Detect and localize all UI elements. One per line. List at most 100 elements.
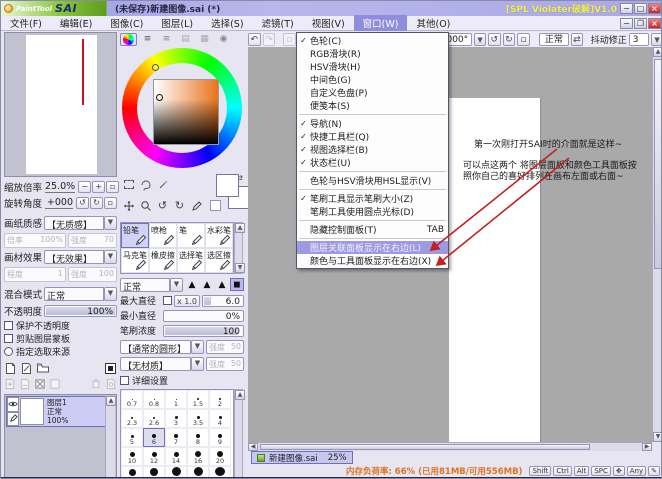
undo-button[interactable]: ↶ — [248, 33, 261, 46]
layer-visibility-icon[interactable] — [7, 397, 19, 412]
menubar-item[interactable]: 其他(O) — [407, 15, 459, 31]
rotate-cw-button[interactable]: ↻ — [90, 196, 103, 209]
edge-shape-soft[interactable]: ▲ — [185, 278, 199, 291]
menu-item[interactable]: ✓ 状态栏(U) — [297, 156, 448, 169]
brush-size-cell[interactable]: 3.5 — [187, 409, 209, 428]
layer-list-vscrollbar[interactable]: ▲ ▼ — [105, 396, 116, 478]
menubar-item[interactable]: 文件(F) — [1, 15, 51, 31]
brush-texture-select[interactable]: 【无材质】 ▼ — [120, 357, 204, 371]
redo-button[interactable]: ↷ — [262, 33, 276, 46]
stabilizer-dropdown-icon[interactable]: ▼ — [651, 33, 661, 46]
scroll-right-icon[interactable]: ▶ — [642, 443, 652, 451]
brush-size-cell[interactable]: 4 — [209, 409, 231, 428]
brush-size-cell[interactable]: 0.7 — [121, 390, 143, 409]
brush-tool-7[interactable]: 选择笔 — [177, 248, 205, 273]
scroll-up-icon[interactable]: ▲ — [235, 390, 245, 400]
menu-item[interactable]: ✓ 笔刷工具显示笔刷大小(Z) — [297, 192, 448, 205]
layer-pen-icon[interactable] — [7, 411, 19, 426]
brush-tool-8[interactable]: 选区擦 — [205, 248, 233, 273]
rotate-angle-value[interactable]: +000 — [45, 197, 73, 209]
brush-size-cell[interactable]: 2.6 — [143, 409, 165, 428]
paper-texture-select[interactable]: 【无质感】 ▼ — [44, 216, 117, 230]
blend-mode-select[interactable]: 正常 ▼ — [44, 287, 117, 301]
radio-button[interactable] — [4, 347, 13, 356]
flip-view-button[interactable]: ⇄ — [570, 33, 584, 46]
brush-size-cell[interactable]: 1 — [165, 390, 187, 409]
scroll-up-icon[interactable]: ▲ — [653, 47, 661, 57]
brush-texture-dropdown-icon[interactable]: ▼ — [191, 357, 204, 371]
menubar-item[interactable]: 滤镜(T) — [253, 15, 303, 31]
rotate-reset-button[interactable]: ▫ — [104, 196, 117, 209]
menubar-item[interactable]: 窗口(W) — [353, 15, 408, 31]
zoom-reset-button[interactable]: ▫ — [106, 180, 120, 193]
zoom-out-button[interactable]: − — [78, 180, 92, 193]
magic-wand-tool[interactable] — [154, 174, 171, 195]
menu-item[interactable]: ✓ 导航(N) — [297, 117, 448, 130]
vscroll-thumb[interactable] — [654, 59, 661, 269]
custom-palette-tab[interactable]: ▦ — [196, 33, 213, 46]
fill-layer-icon[interactable] — [49, 378, 61, 390]
zoom-in-button[interactable]: + — [92, 180, 106, 193]
minimize-button[interactable]: − — [620, 3, 633, 14]
menu-item[interactable]: 颜色与工具面板显示在右边(X) — [297, 254, 448, 267]
brush-size-cell[interactable]: 2 — [209, 390, 231, 409]
paint-effect-icon[interactable] — [104, 362, 117, 375]
move-tool[interactable] — [120, 195, 137, 216]
tool-slot-empty-1[interactable] — [171, 174, 188, 195]
menu-item[interactable]: 自定义色盘(P) — [297, 86, 448, 99]
tool-slot-empty-2[interactable] — [188, 174, 205, 195]
brush-tool-4[interactable]: 水彩笔 — [205, 223, 233, 248]
menu-item[interactable]: 隐藏控制面板(T) TAB — [297, 223, 448, 237]
transparent-color-swatch[interactable] — [210, 200, 221, 211]
layer-row[interactable]: 图层1 正常 100% — [6, 396, 106, 427]
eyedropper-tool[interactable] — [188, 195, 205, 216]
blend-mode-dropdown-icon[interactable]: ▼ — [104, 287, 117, 301]
rgb-slider-tab[interactable]: ≡ — [139, 33, 156, 46]
menubar-item[interactable]: 选择(S) — [202, 15, 252, 31]
menu-item[interactable]: ✓ 色轮(C) — [297, 34, 448, 47]
canvas-vscrollbar[interactable]: ▲ ▼ — [652, 47, 661, 442]
stabilizer-value-field[interactable]: 3 — [628, 33, 650, 46]
brush-tool-6[interactable]: 橡皮擦 — [149, 248, 177, 273]
menu-item[interactable]: 图层关联面板显示在右边(L) — [297, 241, 448, 254]
brush-tool-3[interactable]: 笔 — [177, 223, 205, 248]
brush-size-cell[interactable]: 3 — [165, 409, 187, 428]
menu-item[interactable]: 色轮与HSV滑块用HSL显示(V) — [297, 174, 448, 187]
hsv-slider-tab[interactable]: ≡ — [158, 33, 175, 46]
brush-tool-2[interactable]: 喷枪 — [149, 223, 177, 248]
checkbox[interactable] — [4, 334, 13, 343]
doc-close-button[interactable]: × — [648, 17, 661, 29]
layer-mask-icon[interactable] — [105, 378, 117, 390]
intermediate-color-tab[interactable]: ▤ — [177, 33, 194, 46]
view-reset-button[interactable]: ▫ — [517, 33, 530, 46]
brush-tool-5[interactable]: 马克笔 — [121, 248, 149, 273]
merge-down-icon[interactable] — [19, 378, 31, 390]
canvas-hscrollbar[interactable]: ◀ ▶ — [248, 442, 652, 451]
zoom-tool[interactable] — [137, 195, 154, 216]
navigator-preview[interactable] — [4, 32, 117, 177]
new-layer-folder-icon[interactable] — [36, 362, 50, 374]
menu-item[interactable]: 笔刷工具使用圆点光标(D) — [297, 205, 448, 218]
new-layer-icon[interactable] — [4, 362, 17, 375]
menu-item[interactable]: ✓ 视图选择栏(B) — [297, 143, 448, 156]
hscroll-thumb[interactable] — [260, 444, 590, 450]
brush-shape-dropdown-icon[interactable]: ▼ — [191, 340, 204, 354]
scroll-down-icon[interactable]: ▼ — [235, 263, 245, 273]
opacity-slider[interactable]: 100% — [44, 305, 117, 317]
menu-item[interactable]: RGB滑块(R) — [297, 47, 448, 60]
scroll-up-icon[interactable]: ▲ — [106, 396, 116, 406]
brush-size-cell[interactable]: 1.5 — [187, 390, 209, 409]
color-wheel-tab[interactable] — [120, 32, 137, 46]
rotate-ccw-button[interactable]: ↺ — [76, 196, 89, 209]
color-wheel[interactable] — [120, 46, 244, 172]
menu-item[interactable]: ✓ 快捷工具栏(Q) — [297, 130, 448, 143]
new-linework-layer-icon[interactable] — [20, 362, 33, 375]
brush-density-slider[interactable]: 100 — [163, 324, 244, 337]
menubar-item[interactable]: 编辑(E) — [51, 15, 101, 31]
max-diameter-slider[interactable]: 6.0 — [202, 294, 244, 307]
doc-restore-button[interactable]: ❐ — [634, 17, 647, 29]
scratchpad-tab[interactable]: ◉ — [215, 33, 232, 46]
brush-size-cell[interactable]: 8 — [187, 428, 209, 447]
edge-shape-square[interactable]: ◼ — [230, 278, 244, 291]
clear-layer-icon[interactable] — [34, 378, 46, 390]
